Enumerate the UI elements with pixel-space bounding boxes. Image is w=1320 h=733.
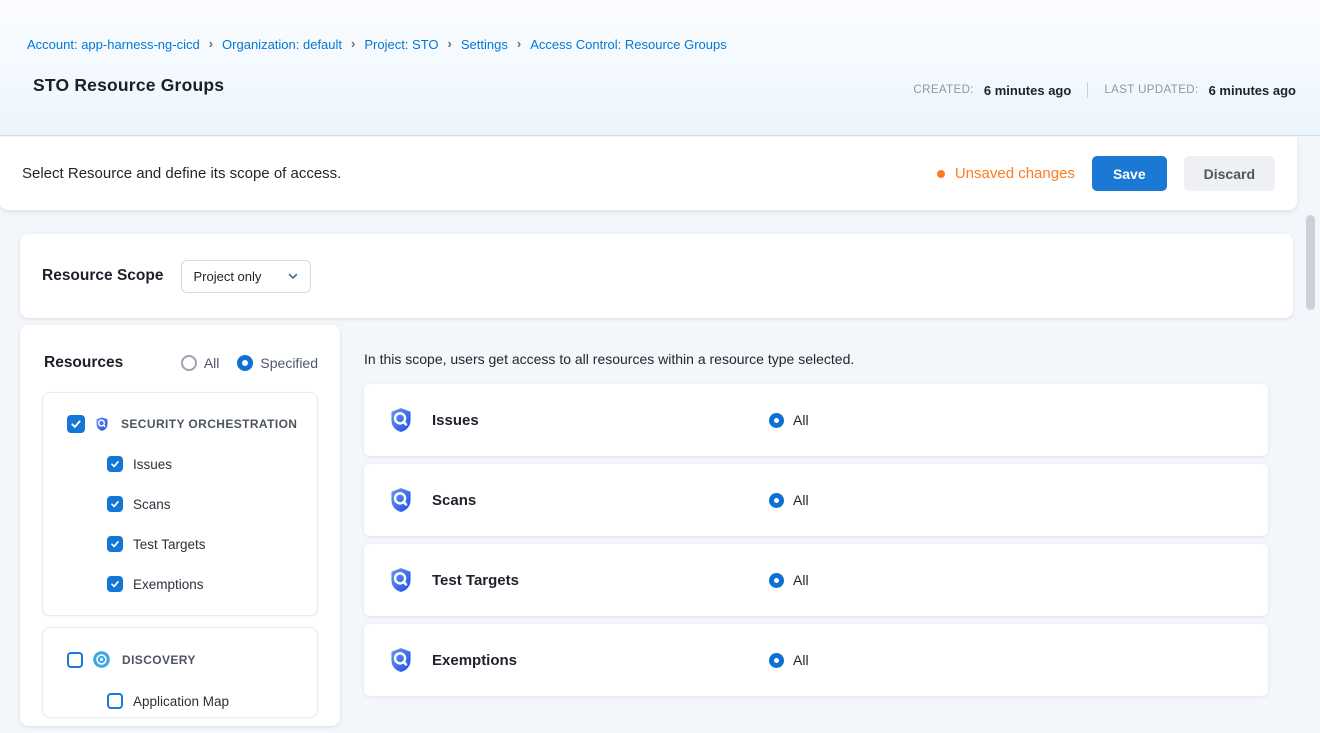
resources-title: Resources (44, 354, 123, 372)
all-radio-label: All (793, 412, 809, 428)
tree-item-label: Test Targets (133, 537, 206, 552)
resource-row-scans: Scans All (364, 464, 1268, 536)
breadcrumb-organization-link[interactable]: Organization: default (222, 37, 342, 52)
tree-item-exemptions[interactable]: Exemptions (107, 564, 317, 604)
group-children: Issues Scans Test Targets Exemptions (107, 444, 317, 604)
created-value: 6 minutes ago (984, 83, 1071, 98)
resource-row-title: Scans (432, 492, 769, 509)
tree-item-label: Scans (133, 497, 171, 512)
group-label: SECURITY ORCHESTRATION (121, 417, 297, 431)
scans-checkbox[interactable] (107, 496, 123, 512)
sto-shield-icon (387, 406, 415, 434)
breadcrumb: Account: app-harness-ng-cicd › Organizat… (27, 37, 727, 52)
group-row-security-orchestration[interactable]: SECURITY ORCHESTRATION (43, 393, 317, 433)
resources-panel: Resources All Specified SECURITY ORCHEST… (20, 325, 340, 726)
resources-radio-specified-label: Specified (260, 355, 318, 371)
radio-icon[interactable] (181, 355, 197, 371)
security-orchestration-checkbox[interactable] (67, 415, 85, 433)
resource-row-title: Issues (432, 412, 769, 429)
resource-scope-label: Resource Scope (42, 267, 163, 285)
chevron-down-icon (287, 270, 299, 282)
sto-shield-icon (94, 416, 110, 432)
tree-item-application-map[interactable]: Application Map (107, 681, 317, 721)
breadcrumb-chevron-icon: › (351, 36, 355, 51)
save-button[interactable]: Save (1092, 156, 1167, 191)
sto-shield-icon (387, 486, 415, 514)
group-label: DISCOVERY (122, 653, 196, 667)
all-radio-label: All (793, 652, 809, 668)
page-title: STO Resource Groups (33, 75, 224, 96)
page-header: Account: app-harness-ng-cicd › Organizat… (0, 0, 1320, 136)
exemptions-checkbox[interactable] (107, 576, 123, 592)
last-updated-label: LAST UPDATED: (1104, 84, 1198, 96)
resource-row-title: Exemptions (432, 652, 769, 669)
discovery-target-icon (92, 650, 111, 669)
meta-divider (1087, 82, 1088, 98)
resource-group-discovery: DISCOVERY Application Map (42, 627, 318, 718)
application-map-checkbox[interactable] (107, 693, 123, 709)
breadcrumb-resource-groups-link[interactable]: Access Control: Resource Groups (530, 37, 727, 52)
breadcrumb-project-link[interactable]: Project: STO (364, 37, 438, 52)
all-radio[interactable] (769, 413, 784, 428)
group-row-discovery[interactable]: DISCOVERY (43, 628, 317, 669)
resource-row-exemptions: Exemptions All (364, 624, 1268, 696)
resources-radio-all-label: All (204, 355, 220, 371)
tree-item-issues[interactable]: Issues (107, 444, 317, 484)
resource-scope-selected-value: Project only (193, 269, 261, 284)
resources-header: Resources All Specified (20, 325, 340, 372)
resources-radio-all[interactable]: All (181, 355, 220, 371)
sto-shield-icon (387, 646, 415, 674)
all-radio-label: All (793, 572, 809, 588)
resource-row-issues: Issues All (364, 384, 1268, 456)
resource-scope-select[interactable]: Project only (181, 260, 311, 293)
action-toolbar: Select Resource and define its scope of … (0, 137, 1297, 210)
tree-item-scans[interactable]: Scans (107, 484, 317, 524)
breadcrumb-settings-link[interactable]: Settings (461, 37, 508, 52)
unsaved-changes-label: Unsaved changes (955, 165, 1075, 182)
all-radio[interactable] (769, 573, 784, 588)
resource-scope-card: Resource Scope Project only (20, 234, 1293, 318)
header-meta: CREATED: 6 minutes ago LAST UPDATED: 6 m… (913, 82, 1296, 98)
scope-description: In this scope, users get access to all r… (364, 351, 854, 367)
created-label: CREATED: (913, 84, 974, 96)
toolbar-description: Select Resource and define its scope of … (22, 165, 341, 182)
resource-row-title: Test Targets (432, 572, 769, 589)
test-targets-checkbox[interactable] (107, 536, 123, 552)
all-radio-label: All (793, 492, 809, 508)
resource-row-test-targets: Test Targets All (364, 544, 1268, 616)
sto-shield-icon (387, 566, 415, 594)
breadcrumb-account-link[interactable]: Account: app-harness-ng-cicd (27, 37, 200, 52)
breadcrumb-chevron-icon: › (448, 36, 452, 51)
tree-item-test-targets[interactable]: Test Targets (107, 524, 317, 564)
breadcrumb-chevron-icon: › (517, 36, 521, 51)
last-updated-value: 6 minutes ago (1209, 83, 1296, 98)
issues-checkbox[interactable] (107, 456, 123, 472)
all-radio[interactable] (769, 653, 784, 668)
tree-item-label: Issues (133, 457, 172, 472)
discovery-checkbox[interactable] (67, 652, 83, 668)
tree-item-label: Application Map (133, 694, 229, 709)
tree-item-label: Exemptions (133, 577, 204, 592)
unsaved-dot-icon (937, 170, 945, 178)
radio-icon[interactable] (237, 355, 253, 371)
resources-radio-specified[interactable]: Specified (237, 355, 318, 371)
group-children: Application Map (107, 681, 317, 721)
all-radio[interactable] (769, 493, 784, 508)
discard-button[interactable]: Discard (1184, 156, 1275, 191)
vertical-scrollbar-thumb[interactable] (1306, 215, 1315, 310)
resource-group-security-orchestration: SECURITY ORCHESTRATION Issues Scans Test… (42, 392, 318, 616)
unsaved-changes-indicator: Unsaved changes (937, 165, 1075, 182)
breadcrumb-chevron-icon: › (209, 36, 213, 51)
toolbar-actions: Unsaved changes Save Discard (937, 156, 1275, 191)
